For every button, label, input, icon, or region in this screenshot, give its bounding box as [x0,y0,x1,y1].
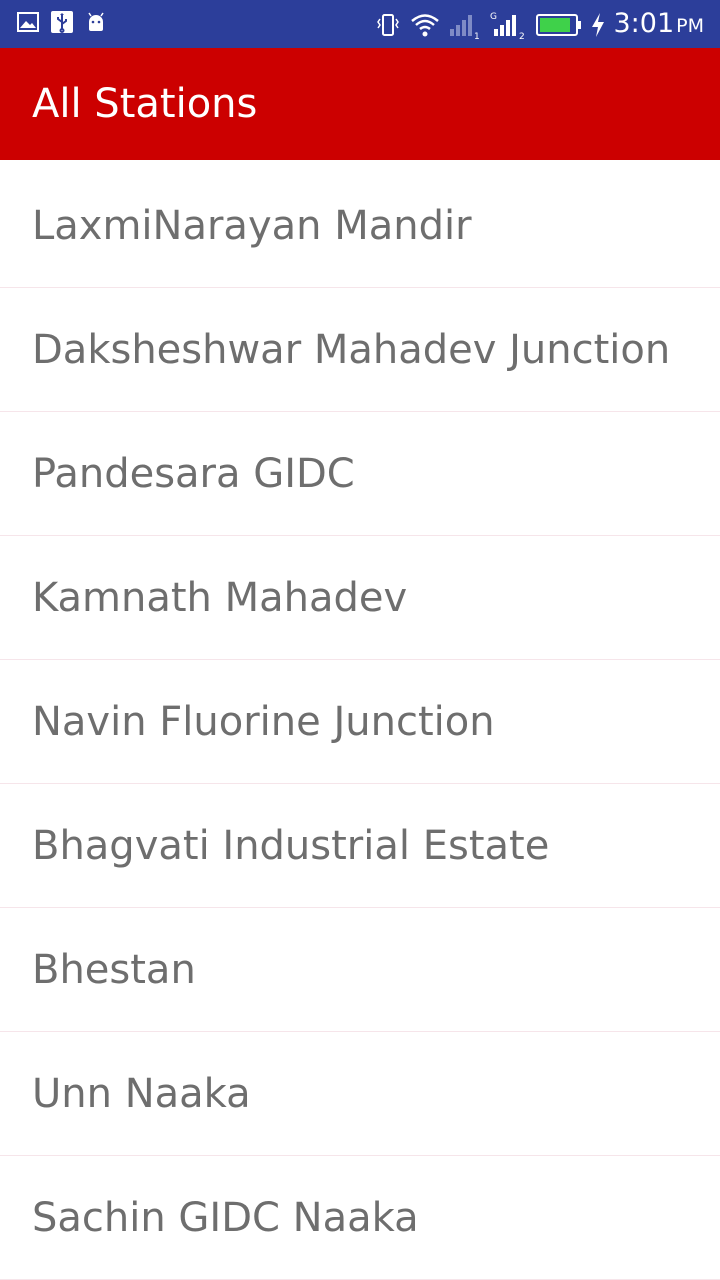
status-bar: 1 G2 3:01 PM [0,0,720,48]
status-bar-ampm: PM [676,15,704,37]
app-bar: All Stations [0,48,720,160]
status-bar-left-icons [16,10,108,34]
android-icon [84,10,108,34]
wifi-icon [410,11,440,39]
battery-icon [535,12,582,38]
signal-sim1-icon: 1 [448,10,482,40]
station-row-sachin-gidc-naaka[interactable]: Sachin GIDC Naaka [0,1156,720,1280]
station-row-laxminarayan-mandir[interactable]: LaxmiNarayan Mandir [0,164,720,288]
svg-text:2: 2 [519,32,525,40]
station-row-bhagvati-industrial-estate[interactable]: Bhagvati Industrial Estate [0,784,720,908]
charging-icon [590,11,606,39]
station-row-bhestan[interactable]: Bhestan [0,908,720,1032]
station-row-kamnath-mahadev[interactable]: Kamnath Mahadev [0,536,720,660]
station-row-pandesara-gidc[interactable]: Pandesara GIDC [0,412,720,536]
signal-sim2-icon: G2 [490,10,528,40]
station-label: Kamnath Mahadev [32,575,408,621]
usb-icon [50,10,74,34]
station-label: LaxmiNarayan Mandir [32,203,472,249]
stations-list[interactable]: LaxmiNarayan Mandir Daksheshwar Mahadev … [0,164,720,1280]
page-title: All Stations [32,81,258,127]
station-label: Bhagvati Industrial Estate [32,823,550,869]
station-row-unn-naaka[interactable]: Unn Naaka [0,1032,720,1156]
station-label: Bhestan [32,947,196,993]
station-label: Sachin GIDC Naaka [32,1195,419,1241]
status-bar-right-icons: 1 G2 3:01 PM [374,6,705,44]
station-label: Unn Naaka [32,1071,251,1117]
station-row-navin-fluorine-junction[interactable]: Navin Fluorine Junction [0,660,720,784]
svg-text:1: 1 [474,32,480,40]
vibrate-icon [374,11,402,39]
svg-text:G: G [490,12,497,22]
station-label: Navin Fluorine Junction [32,699,495,745]
station-row-daksheshwar-mahadev-junction[interactable]: Daksheshwar Mahadev Junction [0,288,720,412]
image-icon [16,10,40,34]
station-label: Daksheshwar Mahadev Junction [32,327,671,373]
status-bar-time: 3:01 PM [613,8,705,39]
station-label: Pandesara GIDC [32,451,355,497]
